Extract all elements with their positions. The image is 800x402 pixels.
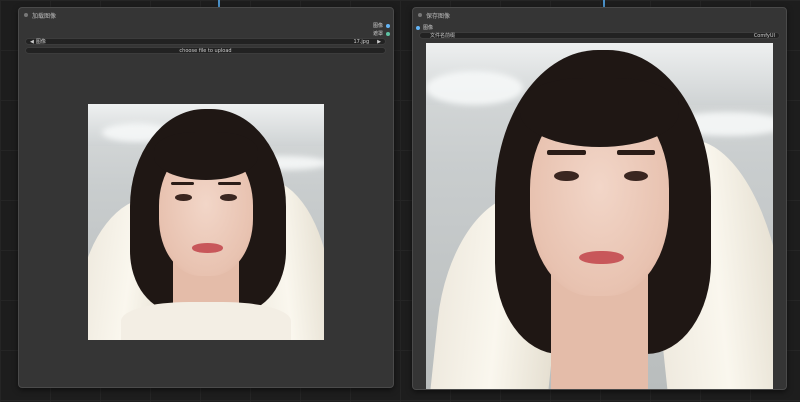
left-arrow-icon[interactable]: ◀ (30, 39, 34, 45)
output-slot-mask[interactable]: 遮罩 (373, 30, 390, 37)
image-combo-widget[interactable]: ◀ 图像 17.jpg ▶ (25, 38, 386, 45)
node-title: 保存图像 (426, 12, 451, 20)
widget-value: ComfyUI (753, 32, 775, 39)
widget-value: 17.jpg (353, 38, 370, 45)
node-title: 加载图像 (32, 12, 57, 20)
upload-button[interactable]: choose file to upload (25, 47, 386, 54)
right-arrow-icon[interactable]: ▶ (377, 39, 381, 45)
collapse-dot-icon[interactable] (418, 13, 422, 17)
portrait-photo (88, 104, 324, 340)
input-slot-image[interactable]: 图像 (416, 24, 433, 31)
collapse-dot-icon[interactable] (24, 13, 28, 17)
widget-label: 图像 (35, 39, 46, 45)
mask-output-dot-icon[interactable] (386, 31, 390, 36)
node-header[interactable]: 加载图像 (19, 8, 393, 22)
load-image-node[interactable]: 加载图像 图像 遮罩 ◀ 图像 17.jpg ▶ choose file to … (18, 7, 394, 388)
save-image-node[interactable]: 保存图像 图像 文件名前缀 ComfyUI (412, 7, 787, 390)
portrait-photo (426, 43, 773, 389)
output-image (426, 43, 773, 389)
filename-prefix-widget[interactable]: 文件名前缀 ComfyUI (419, 32, 780, 39)
node-header[interactable]: 保存图像 (413, 8, 786, 22)
output-slot-image[interactable]: 图像 (373, 22, 390, 29)
preview-image (88, 104, 324, 340)
widget-label: 文件名前缀 (430, 33, 456, 39)
image-input-dot-icon[interactable] (416, 25, 420, 30)
image-output-dot-icon[interactable] (386, 23, 390, 28)
